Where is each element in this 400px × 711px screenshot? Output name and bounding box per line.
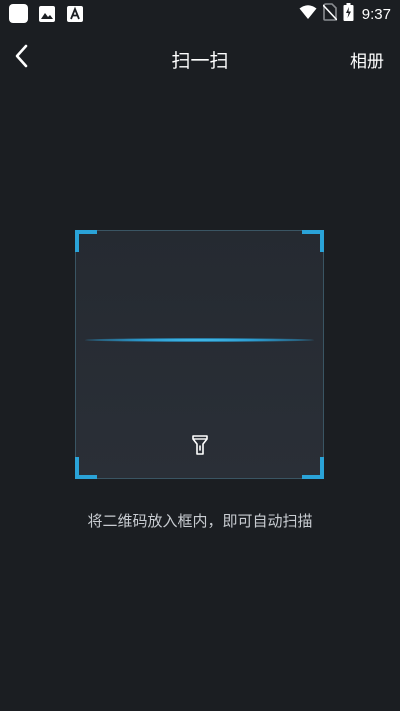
page-title: 扫一扫 [171, 50, 229, 72]
frame-corner-top-left [75, 230, 97, 252]
scan-screen: 9:37 扫一扫 相册 将二维码放入框内，即可自动扫描 [0, 0, 400, 711]
scan-line [85, 338, 314, 342]
scan-hint-text: 将二维码放入框内，即可自动扫描 [87, 512, 313, 530]
frame-corner-top-right [302, 230, 324, 252]
title-bar: 扫一扫 相册 [0, 36, 400, 80]
system-icons: 9:37 [299, 3, 391, 25]
image-icon [37, 4, 56, 23]
wifi-icon [299, 4, 317, 24]
status-bar: 9:37 [0, 0, 400, 28]
status-time: 9:37 [361, 5, 391, 23]
notification-area [9, 4, 84, 23]
frame-corner-bottom-left [75, 457, 97, 479]
back-button[interactable] [6, 42, 38, 74]
no-sim-icon [322, 3, 338, 25]
frame-corner-bottom-right [302, 457, 324, 479]
flashlight-icon [191, 434, 209, 460]
text-a-icon [65, 4, 84, 23]
chevron-left-icon [13, 44, 31, 72]
battery-charging-icon [343, 3, 354, 25]
app-notification-icon [9, 4, 28, 23]
scan-frame [75, 230, 324, 479]
flashlight-button[interactable] [189, 435, 211, 459]
album-button[interactable]: 相册 [350, 47, 384, 72]
